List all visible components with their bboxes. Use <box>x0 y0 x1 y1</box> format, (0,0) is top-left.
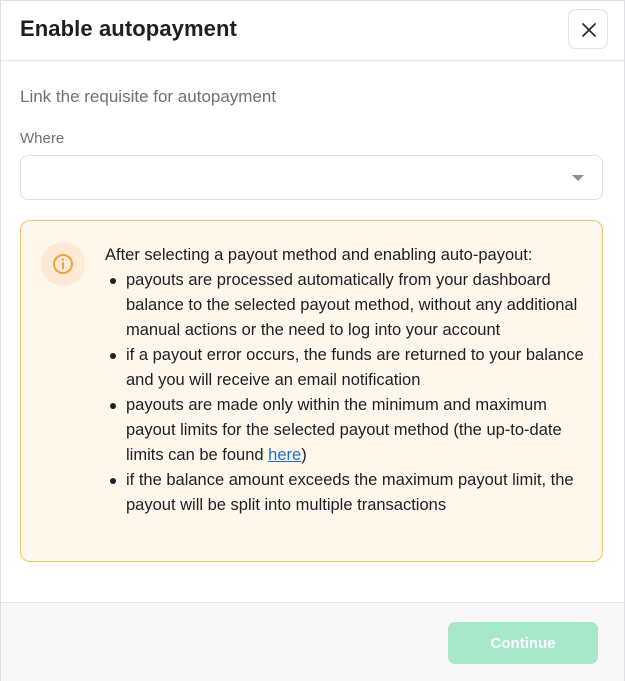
close-button[interactable] <box>568 9 608 49</box>
info-text: After selecting a payout method and enab… <box>105 243 585 518</box>
info-bullet: payouts are processed automatically from… <box>105 268 585 343</box>
info-heading: After selecting a payout method and enab… <box>105 246 533 264</box>
close-icon <box>582 23 596 37</box>
autopayment-dialog: Enable autopayment Link the requisite fo… <box>0 0 625 681</box>
form-subtitle: Link the requisite for autopayment <box>20 87 277 106</box>
dialog-header: Enable autopayment <box>1 1 624 61</box>
where-label: Where <box>20 130 65 147</box>
info-notice: After selecting a payout method and enab… <box>20 220 603 562</box>
limits-link[interactable]: here <box>268 446 301 464</box>
dialog-footer: Continue <box>1 602 624 681</box>
where-select[interactable] <box>20 155 603 200</box>
info-bullet-suffix: ) <box>301 446 307 464</box>
info-bullet-limits: payouts are made only within the minimum… <box>105 393 585 468</box>
info-icon-badge <box>41 242 85 286</box>
info-list: payouts are processed automatically from… <box>105 268 585 518</box>
info-bullet: if a payout error occurs, the funds are … <box>105 343 585 393</box>
info-icon <box>53 254 73 274</box>
info-bullet-text: payouts are made only within the minimum… <box>126 396 562 464</box>
dialog-title: Enable autopayment <box>20 16 237 41</box>
info-bullet: if the balance amount exceeds the maximu… <box>105 468 585 518</box>
continue-button[interactable]: Continue <box>448 622 598 664</box>
chevron-down-icon <box>572 175 584 181</box>
